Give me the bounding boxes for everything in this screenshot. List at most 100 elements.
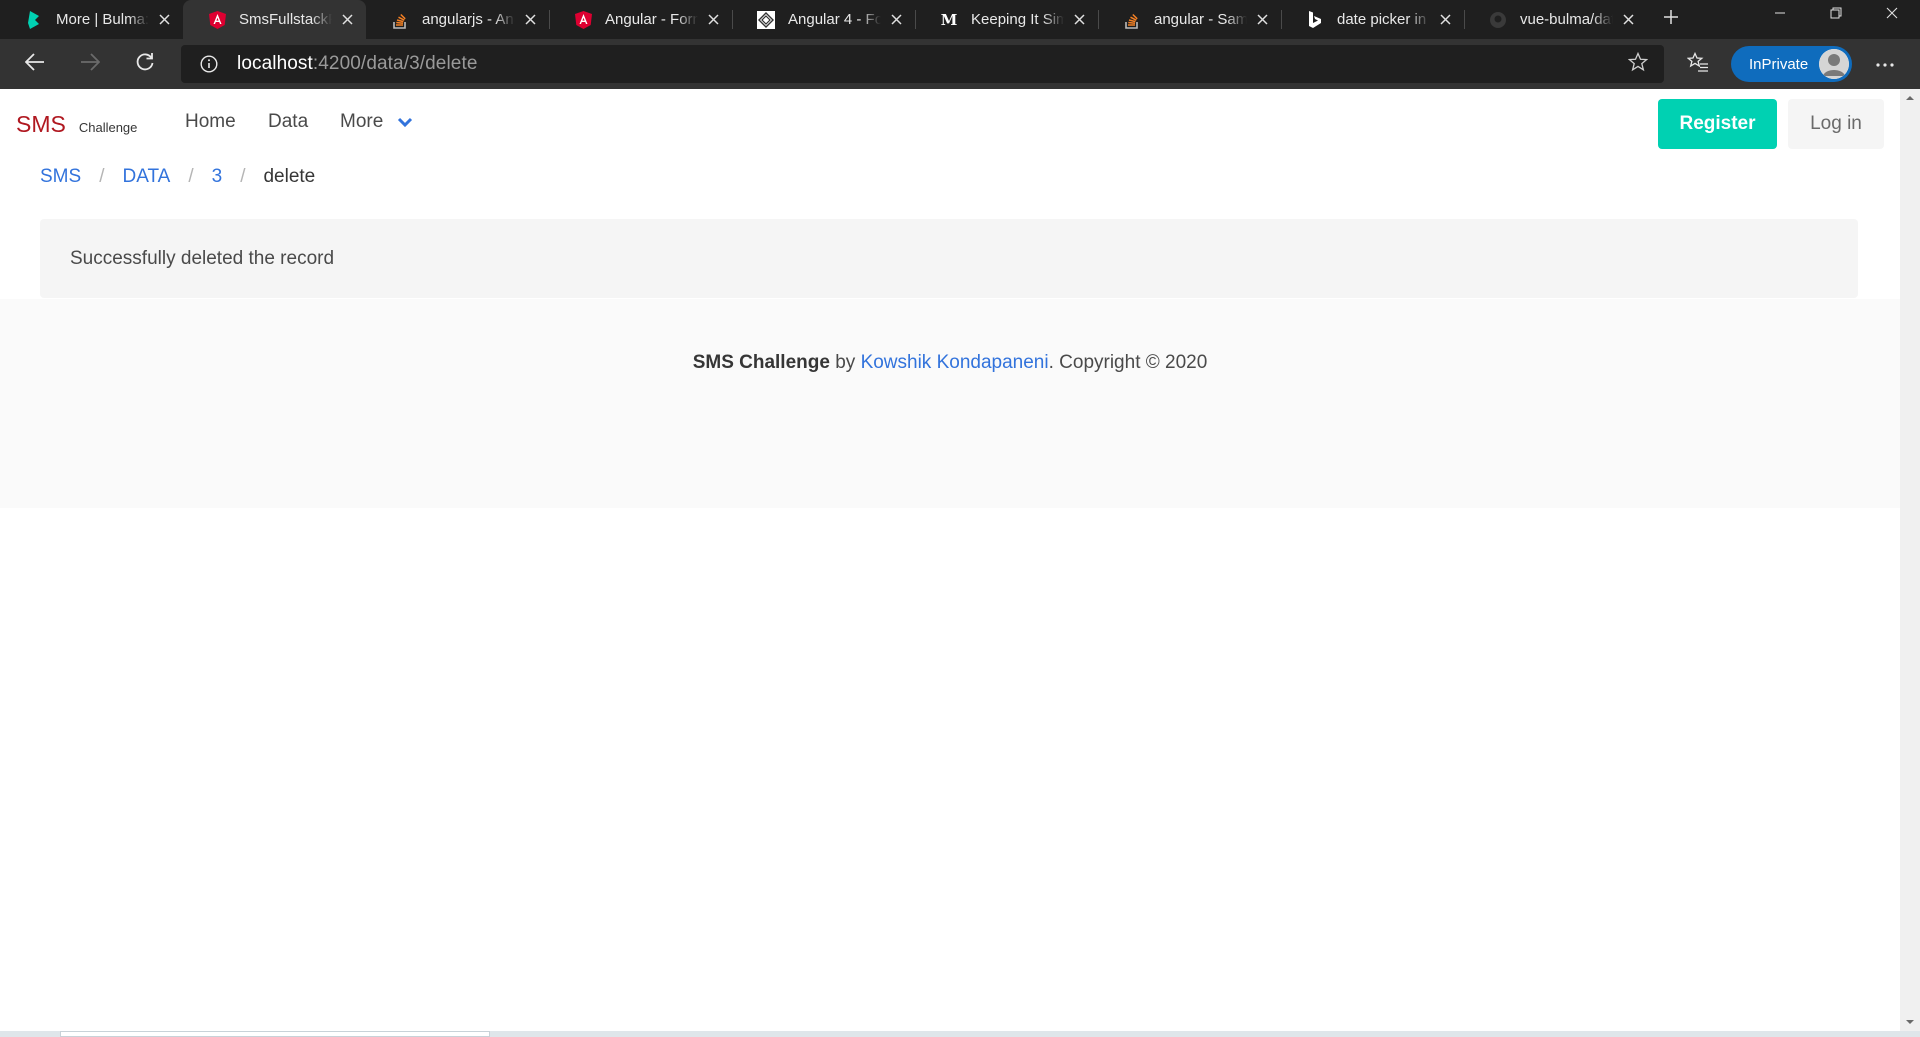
url-host: localhost (237, 53, 313, 74)
nav-item-home[interactable]: Home (185, 111, 236, 133)
browser-tab[interactable]: date picker in bulma (1281, 0, 1464, 39)
brand-secondary: Challenge (78, 120, 138, 135)
arrow-left-icon (24, 52, 45, 76)
tab-title: SmsFullstackFrontend (239, 11, 332, 28)
footer-app-name: SMS Challenge (692, 352, 830, 373)
breadcrumb-separator: / (188, 166, 194, 187)
breadcrumb-item-record[interactable]: 3 (212, 166, 223, 188)
footer-text: SMS Challenge by Kowshik Kondapaneni. Co… (0, 352, 1900, 374)
url-path: :4200/data/3/delete (312, 53, 478, 74)
arrow-right-icon (80, 52, 101, 76)
medium-icon: M (940, 10, 958, 29)
close-icon[interactable] (1070, 11, 1088, 29)
refresh-icon (135, 52, 155, 77)
footer-author-link[interactable]: Kowshik Kondapaneni (861, 352, 1049, 373)
restore-icon (1830, 6, 1842, 24)
browser-tab-strip: More | Bulma: Free, open source SmsFulls… (0, 0, 1920, 39)
scroll-down-icon[interactable] (1900, 1013, 1920, 1031)
stackoverflow-icon (391, 11, 409, 29)
close-icon[interactable] (887, 11, 905, 29)
star-icon (1627, 51, 1649, 77)
site-navbar: SMS Challenge Home Data More Register Lo… (0, 89, 1900, 161)
window-controls (1752, 0, 1920, 30)
tab-title: Angular - Forms (605, 11, 698, 28)
breadcrumb-separator: / (240, 166, 246, 187)
settings-more-button[interactable] (1865, 39, 1905, 89)
bulma-icon (25, 10, 43, 29)
nav-more-label: More (340, 111, 384, 132)
tab-title: More | Bulma: Free, open source (56, 11, 149, 28)
browser-tab[interactable]: M Keeping It Simple (915, 0, 1098, 39)
favorites-button[interactable] (1678, 39, 1718, 89)
angular-icon (574, 10, 592, 29)
close-icon[interactable] (1436, 11, 1454, 29)
page-content: SMS Challenge Home Data More Register Lo… (0, 89, 1900, 1031)
register-button[interactable]: Register (1658, 99, 1777, 149)
breadcrumb: SMS / DATA / 3 / delete (40, 162, 315, 192)
avatar (1819, 49, 1849, 79)
close-icon[interactable] (521, 11, 539, 29)
inprivate-button[interactable]: InPrivate (1731, 46, 1852, 82)
tab-title: date picker in bulma (1337, 11, 1430, 28)
browser-tab[interactable]: angular - Same (1098, 0, 1281, 39)
add-favorite-button[interactable] (1620, 45, 1656, 83)
tab-title: vue-bulma/datepicker (1520, 11, 1613, 28)
scrollbar-thumb[interactable] (60, 1031, 490, 1037)
url-text: localhost:4200/data/3/delete (237, 53, 478, 75)
new-tab-button[interactable] (1651, 0, 1691, 39)
footer-by: by (829, 352, 861, 373)
browser-tab[interactable]: Angular - Forms (549, 0, 732, 39)
browser-tab[interactable]: angularjs - Angular (366, 0, 549, 39)
login-button[interactable]: Log in (1788, 99, 1884, 149)
close-icon (1886, 6, 1898, 24)
angular-icon (208, 10, 226, 29)
inprivate-label: InPrivate (1749, 55, 1809, 73)
close-icon[interactable] (704, 11, 722, 29)
browser-tab-active[interactable]: SmsFullstackFrontend (183, 0, 366, 39)
breadcrumb-separator: / (99, 166, 105, 187)
breadcrumb-item-sms[interactable]: SMS (40, 166, 81, 188)
tutorialspoint-icon (757, 10, 775, 29)
chevron-down-icon (397, 117, 413, 128)
info-icon[interactable] (191, 45, 227, 83)
browser-toolbar: localhost:4200/data/3/delete InPrivate (0, 39, 1920, 89)
stackoverflow-icon (1123, 11, 1141, 29)
more-dots-icon (1875, 55, 1895, 73)
breadcrumb-current: delete (263, 166, 316, 187)
vertical-scrollbar[interactable] (1900, 89, 1920, 1031)
refresh-button[interactable] (125, 39, 165, 89)
close-icon[interactable] (1253, 11, 1271, 29)
address-bar[interactable]: localhost:4200/data/3/delete (181, 45, 1664, 83)
close-icon[interactable] (1619, 11, 1637, 29)
restore-button[interactable] (1808, 0, 1864, 30)
nav-item-more[interactable]: More (340, 111, 413, 133)
notification-message: Successfully deleted the record (70, 247, 335, 269)
brand-primary: SMS (16, 111, 66, 137)
browser-tab[interactable]: More | Bulma: Free, open source (0, 0, 183, 39)
minimize-button[interactable] (1752, 0, 1808, 30)
github-icon (1489, 11, 1507, 29)
minimize-icon (1774, 6, 1786, 24)
forward-button[interactable] (70, 39, 110, 89)
breadcrumb-item-data[interactable]: DATA (122, 166, 170, 188)
tab-title: angular - Same (1154, 11, 1247, 28)
close-icon[interactable] (155, 11, 173, 29)
browser-tab[interactable]: vue-bulma/datepicker (1464, 0, 1647, 39)
success-notification: Successfully deleted the record (40, 219, 1858, 298)
tab-title: angularjs - Angular (422, 11, 515, 28)
tab-title: Angular 4 - Forms (788, 11, 881, 28)
bing-icon (1306, 10, 1324, 29)
horizontal-scrollbar[interactable] (0, 1031, 1920, 1037)
close-icon[interactable] (338, 11, 356, 29)
footer-copyright: . Copyright © 2020 (1048, 352, 1208, 373)
brand-logo[interactable]: SMS Challenge (16, 111, 137, 138)
plus-icon (1663, 9, 1679, 30)
favorites-list-icon (1686, 51, 1709, 77)
browser-tab[interactable]: Angular 4 - Forms (732, 0, 915, 39)
nav-item-data[interactable]: Data (268, 111, 308, 133)
back-button[interactable] (15, 39, 55, 89)
tab-title: Keeping It Simple (971, 11, 1064, 28)
site-footer: SMS Challenge by Kowshik Kondapaneni. Co… (0, 299, 1900, 508)
scroll-up-icon[interactable] (1900, 89, 1920, 107)
close-window-button[interactable] (1864, 0, 1920, 30)
